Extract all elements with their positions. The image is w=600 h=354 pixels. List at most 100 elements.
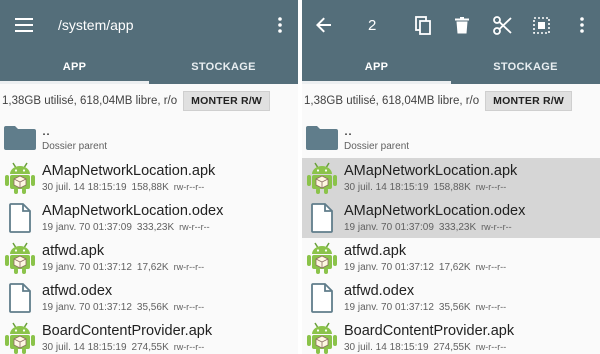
- file-meta: .. Dossier parent: [42, 122, 112, 154]
- folder-icon: [302, 118, 342, 158]
- file-name: BoardContentProvider.apk: [344, 322, 515, 339]
- delete-icon[interactable]: [451, 0, 473, 50]
- file-details: 19 janv. 70 01:37:09 333,23K rw-r--r--: [42, 220, 223, 235]
- file-size: 35,56K: [136, 301, 169, 313]
- parent-folder-row[interactable]: .. Dossier parent: [0, 118, 298, 158]
- file-row[interactable]: atfwd.odex 19 janv. 70 01:37:12 35,56K rw-r…: [0, 278, 298, 318]
- storage-info-bar: 1,38GB utilisé, 618,04MB libre, r/o MONT…: [302, 84, 600, 118]
- file-details: 19 janv. 70 01:37:12 17,62K rw-r--r--: [344, 260, 511, 275]
- file-row[interactable]: atfwd.apk 19 janv. 70 01:37:12 17,62K rw-r-…: [302, 238, 600, 278]
- file-meta: atfwd.apk 19 janv. 70 01:37:12 17,62K rw-r-…: [344, 242, 511, 275]
- file-meta: atfwd.odex 19 janv. 70 01:37:12 35,56K rw-r…: [344, 282, 511, 315]
- file-meta: AMapNetworkLocation.apk 30 juil. 14 18:15…: [344, 162, 517, 195]
- tab-app[interactable]: APP: [0, 50, 149, 84]
- file-permissions: rw-r--r--: [475, 181, 507, 192]
- file-icon: [0, 198, 40, 238]
- file-meta: BoardContentProvider.apk 30 juil. 14 18:1…: [42, 322, 212, 354]
- file-details: Dossier parent: [42, 140, 112, 154]
- tab-stockage[interactable]: STOCKAGE: [149, 50, 298, 84]
- file-permissions: rw-r--r--: [173, 301, 205, 312]
- menu-icon[interactable]: [0, 0, 48, 50]
- file-meta: .. Dossier parent: [344, 122, 414, 154]
- file-details: 19 janv. 70 01:37:12 35,56K rw-r--r--: [42, 300, 209, 315]
- file-name: BoardContentProvider.apk: [42, 322, 213, 339]
- file-name: atfwd.apk: [344, 242, 407, 259]
- file-details: 19 janv. 70 01:37:12 35,56K rw-r--r--: [344, 300, 511, 315]
- file-details: 30 juil. 14 18:15:19 158,88K rw-r--r--: [344, 180, 517, 195]
- file-size: 274,55K: [131, 341, 169, 353]
- file-name: AMapNetworkLocation.apk: [344, 162, 518, 179]
- file-date: 19 janv. 70 01:37:12: [42, 261, 132, 273]
- file-meta: atfwd.apk 19 janv. 70 01:37:12 17,62K rw-r-…: [42, 242, 209, 275]
- file-row[interactable]: BoardContentProvider.apk 30 juil. 14 18:1…: [0, 318, 298, 354]
- file-details: 19 janv. 70 01:37:12 17,62K rw-r--r--: [42, 260, 209, 275]
- file-permissions: rw-r--r--: [475, 261, 507, 272]
- android-apk-icon: [302, 238, 342, 278]
- mount-rw-button[interactable]: MONTER R/W: [485, 91, 572, 111]
- file-date: 30 juil. 14 18:15:19: [344, 181, 429, 193]
- file-name: AMapNetworkLocation.odex: [344, 202, 526, 219]
- file-row[interactable]: AMapNetworkLocation.odex 19 janv. 70 01:3…: [0, 198, 298, 238]
- overflow-menu-icon[interactable]: [572, 0, 592, 50]
- current-path: /system/app: [58, 17, 134, 33]
- tab-app[interactable]: APP: [302, 50, 451, 84]
- copy-icon[interactable]: [412, 0, 434, 50]
- android-apk-icon: [302, 318, 342, 354]
- file-size: 17,62K: [136, 261, 169, 273]
- file-row[interactable]: AMapNetworkLocation.apk 30 juil. 14 18:15…: [302, 158, 600, 198]
- selected-count: 2: [368, 16, 377, 34]
- storage-info: 1,38GB utilisé, 618,04MB libre, r/o: [2, 95, 178, 107]
- file-name: ..: [42, 123, 51, 139]
- folder-icon: [0, 118, 40, 158]
- file-name: atfwd.odex: [344, 282, 415, 299]
- select-all-icon[interactable]: [530, 0, 552, 50]
- file-row[interactable]: atfwd.odex 19 janv. 70 01:37:12 35,56K rw-r…: [302, 278, 600, 318]
- file-details: 30 juil. 14 18:15:19 274,55K rw-r--r--: [42, 340, 212, 354]
- file-icon: [302, 198, 342, 238]
- file-manager-pane-left: /system/app APP STOCKAGE 1,38GB utilisé,…: [0, 0, 298, 354]
- android-apk-icon: [0, 238, 40, 278]
- file-date: 30 juil. 14 18:15:19: [42, 181, 127, 193]
- file-date: 19 janv. 70 01:37:12: [42, 301, 132, 313]
- selection-toolbar: 2: [302, 0, 600, 50]
- back-arrow-icon[interactable]: [302, 0, 346, 50]
- android-apk-icon: [0, 158, 40, 198]
- file-name: atfwd.odex: [42, 282, 113, 299]
- file-name: AMapNetworkLocation.odex: [42, 202, 224, 219]
- storage-info: 1,38GB utilisé, 618,04MB libre, r/o: [304, 95, 480, 107]
- file-permissions: rw-r--r--: [173, 341, 205, 352]
- file-size: 333,23K: [438, 221, 477, 233]
- file-size: 274,55K: [433, 341, 471, 353]
- file-size: 158,88K: [131, 181, 169, 193]
- file-row[interactable]: BoardContentProvider.apk 30 juil. 14 18:1…: [302, 318, 600, 354]
- file-details: 30 juil. 14 18:15:19 158,88K rw-r--r--: [42, 180, 215, 195]
- file-icon: [0, 278, 40, 318]
- file-permissions: rw-r--r--: [173, 181, 205, 192]
- parent-folder-row[interactable]: .. Dossier parent: [302, 118, 600, 158]
- mount-rw-button[interactable]: MONTER R/W: [183, 91, 270, 111]
- file-row[interactable]: atfwd.apk 19 janv. 70 01:37:12 17,62K rw-r-…: [0, 238, 298, 278]
- file-permissions: rw-r--r--: [475, 341, 507, 352]
- file-date: 19 janv. 70 01:37:09: [42, 221, 132, 233]
- toolbar: /system/app: [0, 0, 298, 50]
- file-name: AMapNetworkLocation.apk: [42, 162, 216, 179]
- file-size: 333,23K: [136, 221, 175, 233]
- file-row[interactable]: AMapNetworkLocation.odex 19 janv. 70 01:3…: [302, 198, 600, 238]
- overflow-menu-icon[interactable]: [270, 0, 290, 50]
- cut-icon[interactable]: [490, 0, 514, 50]
- file-meta: AMapNetworkLocation.odex 19 janv. 70 01:3…: [344, 202, 525, 235]
- file-size: 158,88K: [433, 181, 471, 193]
- storage-info-bar: 1,38GB utilisé, 618,04MB libre, r/o MONT…: [0, 84, 298, 118]
- file-date: 19 janv. 70 01:37:12: [344, 301, 434, 313]
- file-row[interactable]: AMapNetworkLocation.apk 30 juil. 14 18:15…: [0, 158, 298, 198]
- file-permissions: rw-r--r--: [475, 301, 507, 312]
- file-permissions: rw-r--r--: [179, 221, 210, 232]
- file-details: 19 janv. 70 01:37:09 333,23K rw-r--r--: [344, 220, 525, 235]
- file-date: 30 juil. 14 18:15:19: [42, 341, 127, 353]
- file-size: 35,56K: [438, 301, 471, 313]
- file-name: atfwd.apk: [42, 242, 105, 259]
- file-manager-pane-right: 2 APP STOCKAGE 1,38GB utilisé, 618,04MB …: [302, 0, 600, 354]
- file-details: 30 juil. 14 18:15:19 274,55K rw-r--r--: [344, 340, 514, 354]
- tab-stockage[interactable]: STOCKAGE: [451, 50, 600, 84]
- file-permissions: rw-r--r--: [481, 221, 512, 232]
